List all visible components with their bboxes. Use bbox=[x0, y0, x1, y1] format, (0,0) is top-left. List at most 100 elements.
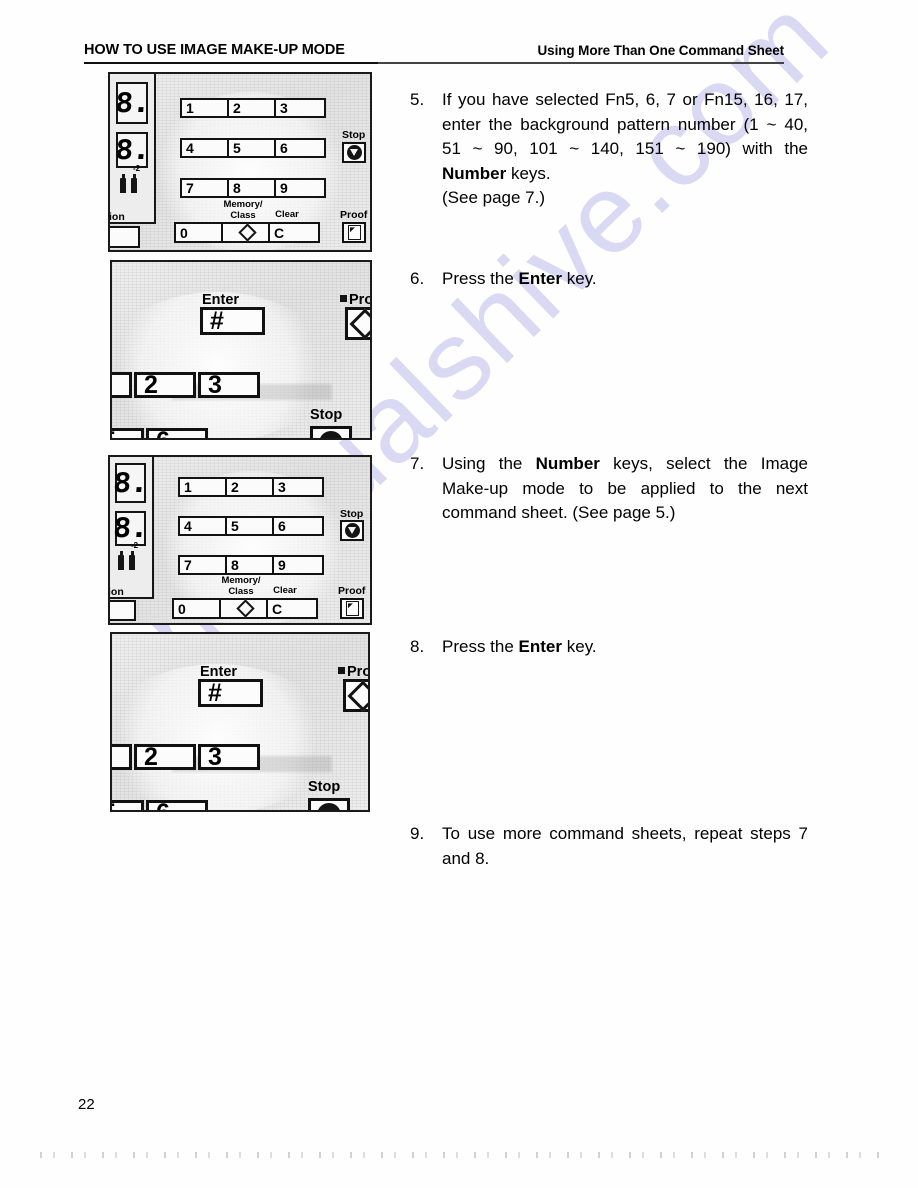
step-text-bold: Number bbox=[535, 454, 600, 473]
number-key-5[interactable]: 5 bbox=[225, 516, 277, 536]
number-key-3[interactable]: 3 bbox=[198, 372, 260, 398]
number-key-2[interactable]: 2 bbox=[227, 98, 279, 118]
figure-enter-panel-1: Enter # Pro 2 3 Stop 5 6 bbox=[110, 260, 372, 440]
proof-label-partial: Pro bbox=[347, 664, 370, 680]
number-key-9[interactable]: 9 bbox=[272, 555, 324, 575]
number-key-partial-5[interactable]: 5 bbox=[112, 428, 144, 438]
proof-button[interactable] bbox=[345, 307, 370, 340]
enter-key[interactable]: # bbox=[200, 307, 265, 335]
instruction-step-7: 7. Using the Number keys, select the Ima… bbox=[408, 452, 808, 526]
toner-indicator-icon-1 bbox=[118, 551, 124, 570]
stop-label: Stop bbox=[308, 779, 341, 795]
header-rule-thick bbox=[84, 62, 378, 65]
clear-key[interactable]: C bbox=[266, 598, 318, 619]
step-number: 5. bbox=[410, 90, 425, 109]
number-key-6[interactable]: 6 bbox=[272, 516, 324, 536]
stop-icon bbox=[344, 523, 360, 538]
diamond-icon bbox=[349, 307, 370, 340]
step-number: 6. bbox=[410, 269, 425, 288]
number-key-5[interactable]: 5 bbox=[227, 138, 279, 158]
enter-label: Enter bbox=[200, 664, 238, 680]
number-key-2[interactable]: 2 bbox=[134, 744, 196, 770]
figure-keypad-panel-1: 8. 8. -2 ion 1 2 3 4 5 6 7 8 9 Memory/ C… bbox=[108, 72, 372, 252]
step-text: Press the Enter key. bbox=[442, 267, 808, 292]
number-key-3[interactable]: 3 bbox=[274, 98, 326, 118]
enter-label: Enter bbox=[202, 292, 240, 308]
number-key-1[interactable]: 1 bbox=[178, 477, 230, 497]
stop-label: Stop bbox=[310, 407, 343, 423]
display-digit-2: 8. bbox=[113, 134, 151, 166]
number-key-partial-6[interactable]: 6 bbox=[146, 428, 208, 438]
header-rule-thin bbox=[378, 62, 784, 64]
toner-superscript: -2 bbox=[133, 164, 141, 173]
stop-icon bbox=[319, 431, 343, 438]
seven-segment-display-1: 8. bbox=[113, 82, 151, 124]
stop-button[interactable] bbox=[340, 520, 364, 541]
number-key-7[interactable]: 7 bbox=[178, 555, 230, 575]
step-text-last-line: (See page 7.) bbox=[442, 188, 546, 207]
proof-button[interactable] bbox=[340, 598, 364, 619]
clear-label: Clear bbox=[273, 585, 297, 596]
step-text: If you have selected Fn5, 6, 7 or Fn15, … bbox=[442, 88, 808, 211]
toner-indicator-group: -2 bbox=[118, 542, 138, 570]
step-text-part-1: To use more command sheets, repeat steps… bbox=[442, 824, 808, 868]
number-key-partial-6[interactable]: 6 bbox=[146, 800, 208, 810]
memory-class-key[interactable] bbox=[219, 598, 271, 619]
stop-button[interactable] bbox=[342, 142, 366, 163]
display-digit-2: 8. bbox=[112, 513, 149, 544]
memory-class-key[interactable] bbox=[221, 222, 273, 243]
display-digit-1: 8. bbox=[113, 87, 151, 119]
partial-function-label: ion bbox=[109, 211, 125, 223]
partial-left-key[interactable] bbox=[110, 600, 136, 621]
number-key-2[interactable]: 2 bbox=[225, 477, 277, 497]
header-section-title: HOW TO USE IMAGE MAKE-UP MODE bbox=[84, 42, 345, 58]
clear-key[interactable]: C bbox=[268, 222, 320, 243]
step-text-part-1: If you have selected Fn5, 6, 7 or Fn15, … bbox=[442, 90, 808, 158]
step-text-part-1: Press the bbox=[442, 637, 519, 656]
memory-class-label: Memory/ Class bbox=[223, 199, 263, 221]
header-subsection-title: Using More Than One Command Sheet bbox=[537, 43, 785, 58]
number-key-9[interactable]: 9 bbox=[274, 178, 326, 198]
number-key-0[interactable]: 0 bbox=[174, 222, 226, 243]
proof-marker-square bbox=[338, 667, 345, 674]
display-digit-1: 8. bbox=[112, 467, 149, 499]
number-key-8[interactable]: 8 bbox=[227, 178, 279, 198]
step-text-part-2: key. bbox=[562, 637, 597, 656]
step-text-part-1: Press the bbox=[442, 269, 519, 288]
number-key-3[interactable]: 3 bbox=[272, 477, 324, 497]
number-key-0[interactable]: 0 bbox=[172, 598, 224, 619]
partial-left-key[interactable] bbox=[110, 226, 140, 248]
diamond-icon bbox=[237, 223, 257, 242]
toner-indicator-group: -2 bbox=[120, 165, 140, 193]
number-key-2[interactable]: 2 bbox=[134, 372, 196, 398]
toner-superscript: -2 bbox=[131, 541, 139, 550]
number-key-4[interactable]: 4 bbox=[180, 138, 232, 158]
number-key-partial-left[interactable] bbox=[112, 744, 132, 770]
instruction-step-8: 8. Press the Enter key. bbox=[408, 635, 808, 660]
step-number: 9. bbox=[410, 824, 425, 843]
proof-button[interactable] bbox=[342, 222, 366, 243]
stop-label: Stop bbox=[340, 508, 364, 520]
step-text-part-2: key. bbox=[562, 269, 597, 288]
number-key-6[interactable]: 6 bbox=[274, 138, 326, 158]
diamond-icon bbox=[235, 599, 255, 618]
step-number: 7. bbox=[410, 454, 425, 473]
number-key-8[interactable]: 8 bbox=[225, 555, 277, 575]
instruction-step-5: 5. If you have selected Fn5, 6, 7 or Fn1… bbox=[408, 88, 808, 211]
stop-icon bbox=[346, 145, 362, 160]
number-key-1[interactable]: 1 bbox=[180, 98, 232, 118]
step-text-part-1: Using the bbox=[442, 454, 536, 473]
stop-label: Stop bbox=[342, 129, 366, 141]
proof-button[interactable] bbox=[343, 679, 368, 712]
stop-button[interactable] bbox=[308, 798, 350, 810]
stop-icon bbox=[317, 803, 341, 810]
number-key-4[interactable]: 4 bbox=[178, 516, 230, 536]
enter-key[interactable]: # bbox=[198, 679, 263, 707]
number-key-partial-left[interactable] bbox=[112, 372, 132, 398]
number-key-7[interactable]: 7 bbox=[180, 178, 232, 198]
stop-button[interactable] bbox=[310, 426, 352, 438]
number-key-3[interactable]: 3 bbox=[198, 744, 260, 770]
diamond-icon bbox=[347, 679, 368, 712]
toner-indicator-icon-2: -2 bbox=[129, 542, 138, 570]
number-key-partial-5[interactable]: 5 bbox=[112, 800, 144, 810]
